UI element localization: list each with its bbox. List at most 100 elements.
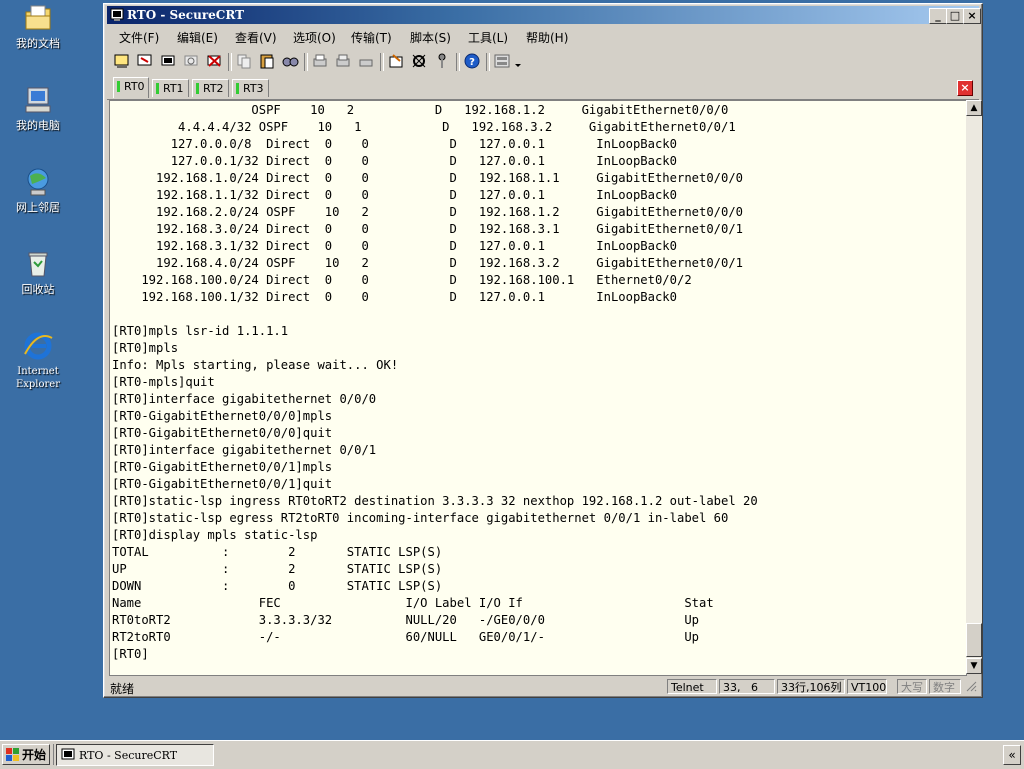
find-icon[interactable] bbox=[281, 52, 299, 70]
resize-grip-icon[interactable] bbox=[965, 680, 977, 692]
scroll-up-icon[interactable]: ▲ bbox=[966, 100, 982, 116]
print-setup-icon[interactable] bbox=[357, 52, 375, 70]
print-icon[interactable] bbox=[311, 52, 329, 70]
taskbar-button-label: RTO - SecureCRT bbox=[79, 749, 178, 762]
terminal-line: [RT0]interface gigabitethernet 0/0/0 bbox=[112, 392, 377, 406]
scroll-down-icon[interactable]: ▼ bbox=[966, 658, 982, 674]
terminal-line: 192.168.3.0/24 Direct 0 0 D 192.168.3.1 … bbox=[112, 222, 744, 236]
vertical-scrollbar[interactable]: ▲ ▼ bbox=[966, 100, 982, 674]
windows-logo-icon bbox=[6, 748, 20, 762]
window-title: RTO - SecureCRT bbox=[127, 8, 245, 22]
toolbar-separator bbox=[304, 53, 308, 71]
terminal-line: Info: Mpls starting, please wait... OK! bbox=[112, 358, 399, 372]
svg-text:?: ? bbox=[469, 57, 475, 68]
start-label: 开始 bbox=[22, 748, 47, 762]
tab-label: RT3 bbox=[243, 82, 264, 95]
close-tab-icon[interactable]: × bbox=[957, 80, 973, 96]
toolbar-dropdown-icon[interactable] bbox=[513, 52, 523, 70]
toolbar-separator bbox=[380, 53, 384, 71]
keymap-icon[interactable] bbox=[433, 52, 451, 70]
tab-rt2[interactable]: RT2 bbox=[192, 79, 229, 97]
status-emulation: VT100 bbox=[847, 679, 887, 694]
session-tab-bar: RT0 RT1 RT2 RT3 × bbox=[107, 77, 979, 100]
status-caps-lock: 大写 bbox=[897, 679, 927, 694]
terminal-line: 192.168.100.1/32 Direct 0 0 D 127.0.0.1 … bbox=[112, 290, 677, 304]
desktop-icon-label: 网上邻居 bbox=[16, 201, 60, 214]
desktop-icon-my-computer[interactable]: 我的电脑 bbox=[6, 84, 70, 132]
title-bar[interactable]: RTO - SecureCRT _ □ × bbox=[107, 6, 981, 24]
menu-view[interactable]: 查看(V) bbox=[235, 29, 277, 46]
desktop-icon-my-documents[interactable]: 我的文档 bbox=[6, 2, 70, 50]
internet-explorer-icon bbox=[22, 330, 54, 362]
tray-expand-icon[interactable]: « bbox=[1003, 745, 1021, 765]
securecrt-window: RTO - SecureCRT _ □ × 文件(F) 编辑(E) 查看(V) … bbox=[103, 3, 983, 698]
session-options-icon[interactable] bbox=[387, 52, 405, 70]
maximize-button[interactable]: □ bbox=[946, 8, 964, 24]
connected-indicator-icon bbox=[196, 83, 199, 94]
print-selection-icon[interactable] bbox=[334, 52, 352, 70]
menu-tools[interactable]: 工具(L) bbox=[468, 29, 508, 46]
scroll-thumb[interactable] bbox=[966, 623, 982, 657]
terminal-line: TOTAL : 2 STATIC LSP(S) bbox=[112, 545, 443, 559]
securecrt-app-icon bbox=[61, 748, 75, 762]
minimize-button[interactable]: _ bbox=[929, 8, 947, 24]
terminal-output[interactable]: OSPF 10 2 D 192.168.1.2 GigabitEthernet0… bbox=[109, 100, 967, 676]
terminal-line: RT0toRT2 3.3.3.3/32 NULL/20 -/GE0/0/0 Up bbox=[112, 613, 699, 627]
desktop-icon-internet-explorer[interactable]: Internet Explorer bbox=[6, 330, 70, 391]
menu-script[interactable]: 脚本(S) bbox=[410, 29, 451, 46]
desktop-icon-recycle-bin[interactable]: 回收站 bbox=[6, 248, 70, 296]
terminal-line: [RT0]mpls bbox=[112, 341, 179, 355]
global-options-icon[interactable] bbox=[410, 52, 428, 70]
taskbar-securecrt-button[interactable]: RTO - SecureCRT bbox=[56, 744, 214, 766]
start-button[interactable]: 开始 bbox=[2, 744, 50, 765]
terminal-line: [RT0-GigabitEthernet0/0/0]mpls bbox=[112, 409, 333, 423]
copy-icon[interactable] bbox=[235, 52, 253, 70]
toolbar-separator bbox=[456, 53, 460, 71]
terminal-line: 192.168.1.1/32 Direct 0 0 D 127.0.0.1 In… bbox=[112, 188, 677, 202]
tab-rt0[interactable]: RT0 bbox=[113, 77, 149, 98]
connect-icon[interactable] bbox=[113, 52, 131, 70]
terminal-line: OSPF 10 2 D 192.168.1.2 GigabitEthernet0… bbox=[112, 103, 729, 117]
recycle-bin-icon bbox=[22, 248, 54, 280]
terminal-line: [RT0-mpls]quit bbox=[112, 375, 215, 389]
securecrt-app-icon bbox=[110, 8, 124, 22]
desktop-icon-label: 回收站 bbox=[21, 283, 55, 296]
terminal-line: [RT0]display mpls static-lsp bbox=[112, 528, 318, 542]
terminal-line: Name FEC I/O Label I/O If Stat bbox=[112, 596, 714, 610]
sftp-icon[interactable] bbox=[493, 52, 511, 70]
menu-transfer[interactable]: 传输(T) bbox=[351, 29, 392, 46]
menu-help[interactable]: 帮助(H) bbox=[526, 29, 568, 46]
reconnect-icon[interactable] bbox=[182, 52, 200, 70]
tab-rt3[interactable]: RT3 bbox=[232, 79, 269, 97]
connected-indicator-icon bbox=[117, 81, 120, 92]
terminal-line: [RT0]static-lsp egress RT2toRT0 incoming… bbox=[112, 511, 729, 525]
terminal-line: [RT0] bbox=[112, 647, 149, 661]
terminal-line: 192.168.3.1/32 Direct 0 0 D 127.0.0.1 In… bbox=[112, 239, 677, 253]
terminal-line: [RT0]mpls lsr-id 1.1.1.1 bbox=[112, 324, 289, 338]
desktop-icon-label: Internet Explorer bbox=[15, 366, 61, 390]
status-protocol: Telnet bbox=[667, 679, 717, 694]
menu-edit[interactable]: 编辑(E) bbox=[177, 29, 218, 46]
paste-icon[interactable] bbox=[258, 52, 276, 70]
terminal-line: 192.168.1.0/24 Direct 0 0 D 192.168.1.1 … bbox=[112, 171, 744, 185]
desktop-icon-network[interactable]: 网上邻居 bbox=[6, 166, 70, 214]
tab-label: RT1 bbox=[163, 82, 184, 95]
menu-options[interactable]: 选项(O) bbox=[293, 29, 336, 46]
tab-label: RT0 bbox=[124, 80, 145, 93]
terminal-line: 192.168.100.0/24 Direct 0 0 D 192.168.10… bbox=[112, 273, 692, 287]
help-icon[interactable]: ? bbox=[463, 52, 481, 70]
toolbar: ? bbox=[107, 49, 979, 75]
status-bar: 就绪 Telnet 33, 6 33行,106列 VT100 大写 数字 bbox=[107, 678, 979, 696]
close-button[interactable]: × bbox=[963, 8, 981, 24]
terminal-line: RT2toRT0 -/- 60/NULL GE0/0/1/- Up bbox=[112, 630, 699, 644]
disconnect-icon[interactable] bbox=[205, 52, 223, 70]
toolbar-separator bbox=[486, 53, 490, 71]
network-places-icon bbox=[22, 166, 54, 198]
my-documents-icon bbox=[22, 2, 54, 34]
connected-indicator-icon bbox=[156, 83, 159, 94]
quick-connect-icon[interactable] bbox=[136, 52, 154, 70]
menu-file[interactable]: 文件(F) bbox=[119, 29, 159, 46]
status-position: 33行,106列 bbox=[777, 679, 845, 694]
connect-in-tab-icon[interactable] bbox=[159, 52, 177, 70]
tab-rt1[interactable]: RT1 bbox=[152, 79, 189, 97]
